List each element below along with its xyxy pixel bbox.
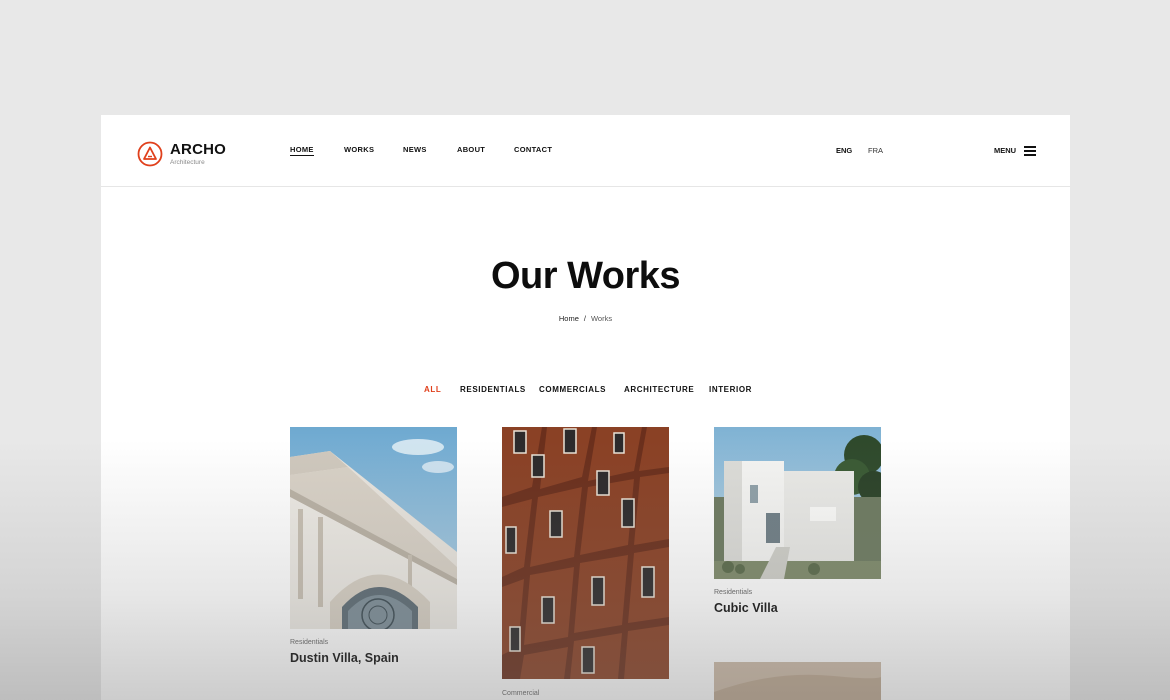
filter-residentials[interactable]: RESIDENTIALS (460, 385, 526, 394)
brand-name: ARCHO (170, 141, 226, 158)
menu-label: MENU (994, 146, 1017, 155)
work-title[interactable]: Cubic Villa (714, 601, 778, 615)
nav-item-works[interactable]: WORKS (344, 145, 374, 154)
filter-commercials[interactable]: COMMERCIALS (539, 385, 606, 394)
lang-eng[interactable]: ENG (836, 146, 852, 155)
site-header: ARCHO Architecture HOME WORKS NEWS ABOUT… (101, 115, 1070, 187)
filter-architecture[interactable]: ARCHITECTURE (624, 385, 694, 394)
work-card-dustin-villa[interactable]: Residentials Dustin Villa, Spain (290, 427, 457, 672)
page-title: Our Works (490, 255, 681, 297)
breadcrumb-current: Works (590, 314, 613, 323)
work-category: Commercial (502, 690, 540, 697)
filter-all[interactable]: ALL (424, 385, 441, 394)
work-card-commercial[interactable]: Commercial (502, 427, 669, 700)
breadcrumb: Home / Works (101, 314, 1070, 323)
work-card-interior[interactable] (714, 662, 881, 700)
work-category: Residentials (714, 589, 753, 596)
archo-logo-icon (137, 141, 163, 167)
work-title[interactable]: Dustin Villa, Spain (290, 651, 399, 665)
wooden-facade-building-photo[interactable] (502, 427, 669, 679)
work-category: Residentials (290, 639, 329, 646)
work-card-cubic-villa[interactable]: Residentials Cubic Villa (714, 427, 881, 622)
hamburger-icon (1024, 145, 1036, 156)
nav-item-home[interactable]: HOME (290, 145, 314, 156)
brand-tagline: Architecture (170, 159, 205, 166)
nav-item-contact[interactable]: CONTACT (514, 145, 552, 154)
page-container: ARCHO Architecture HOME WORKS NEWS ABOUT… (101, 115, 1070, 700)
white-cubic-villa-photo[interactable] (714, 427, 881, 579)
lang-fra[interactable]: FRA (868, 146, 883, 155)
nav-item-about[interactable]: ABOUT (457, 145, 485, 154)
filter-interior[interactable]: INTERIOR (709, 385, 752, 394)
nav-item-news[interactable]: NEWS (403, 145, 427, 154)
beige-interior-photo[interactable] (714, 662, 881, 700)
classical-building-photo[interactable] (290, 427, 457, 629)
breadcrumb-home[interactable]: Home (559, 314, 579, 323)
breadcrumb-separator: / (583, 314, 586, 323)
